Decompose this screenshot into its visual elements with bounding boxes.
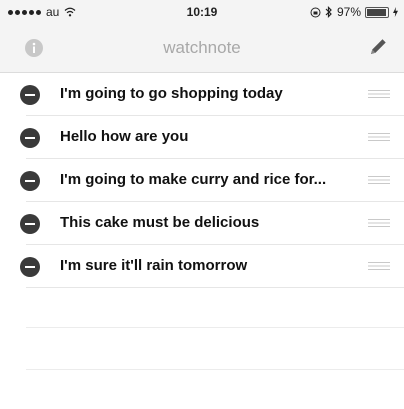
delete-icon[interactable] (20, 128, 40, 148)
status-right: 97% (310, 5, 398, 19)
list-item[interactable]: I'm going to go shopping today (0, 73, 404, 116)
pencil-icon[interactable] (366, 35, 390, 59)
row-divider (26, 287, 404, 288)
battery-percent: 97% (336, 5, 361, 19)
empty-row-divider (26, 327, 404, 328)
reorder-handle-icon[interactable] (368, 260, 390, 272)
reorder-handle-icon[interactable] (368, 217, 390, 229)
nav-title: watchnote (163, 38, 241, 57)
charging-icon (393, 7, 398, 17)
reorder-handle-icon[interactable] (368, 88, 390, 100)
delete-icon[interactable] (20, 171, 40, 191)
empty-row-divider (26, 369, 404, 370)
list-item[interactable]: I'm sure it'll rain tomorrow (0, 245, 404, 288)
delete-icon[interactable] (20, 85, 40, 105)
info-icon[interactable] (24, 38, 44, 58)
note-list: I'm going to go shopping today Hello how… (0, 73, 404, 288)
reorder-handle-icon[interactable] (368, 131, 390, 143)
carrier-name: au (46, 5, 60, 19)
note-text: I'm going to make curry and rice for... (60, 171, 327, 188)
nav-bar: watchnote (0, 24, 404, 73)
wifi-icon (64, 7, 76, 17)
status-bar: au 10:19 97% (0, 0, 404, 24)
orientation-lock-icon (310, 7, 321, 17)
battery-icon (365, 6, 389, 18)
signal-strength-icon (8, 9, 41, 15)
note-text: I'm sure it'll rain tomorrow (60, 257, 248, 274)
delete-icon[interactable] (20, 214, 40, 234)
note-text: This cake must be delicious (60, 214, 260, 231)
reorder-handle-icon[interactable] (368, 174, 390, 186)
delete-icon[interactable] (20, 257, 40, 277)
list-item[interactable]: I'm going to make curry and rice for... (0, 159, 404, 202)
note-text: Hello how are you (60, 128, 189, 145)
list-item[interactable]: This cake must be delicious (0, 202, 404, 245)
list-item[interactable]: Hello how are you (0, 116, 404, 159)
note-text: I'm going to go shopping today (60, 85, 283, 102)
status-left: au (8, 5, 76, 19)
bluetooth-icon (325, 6, 332, 18)
